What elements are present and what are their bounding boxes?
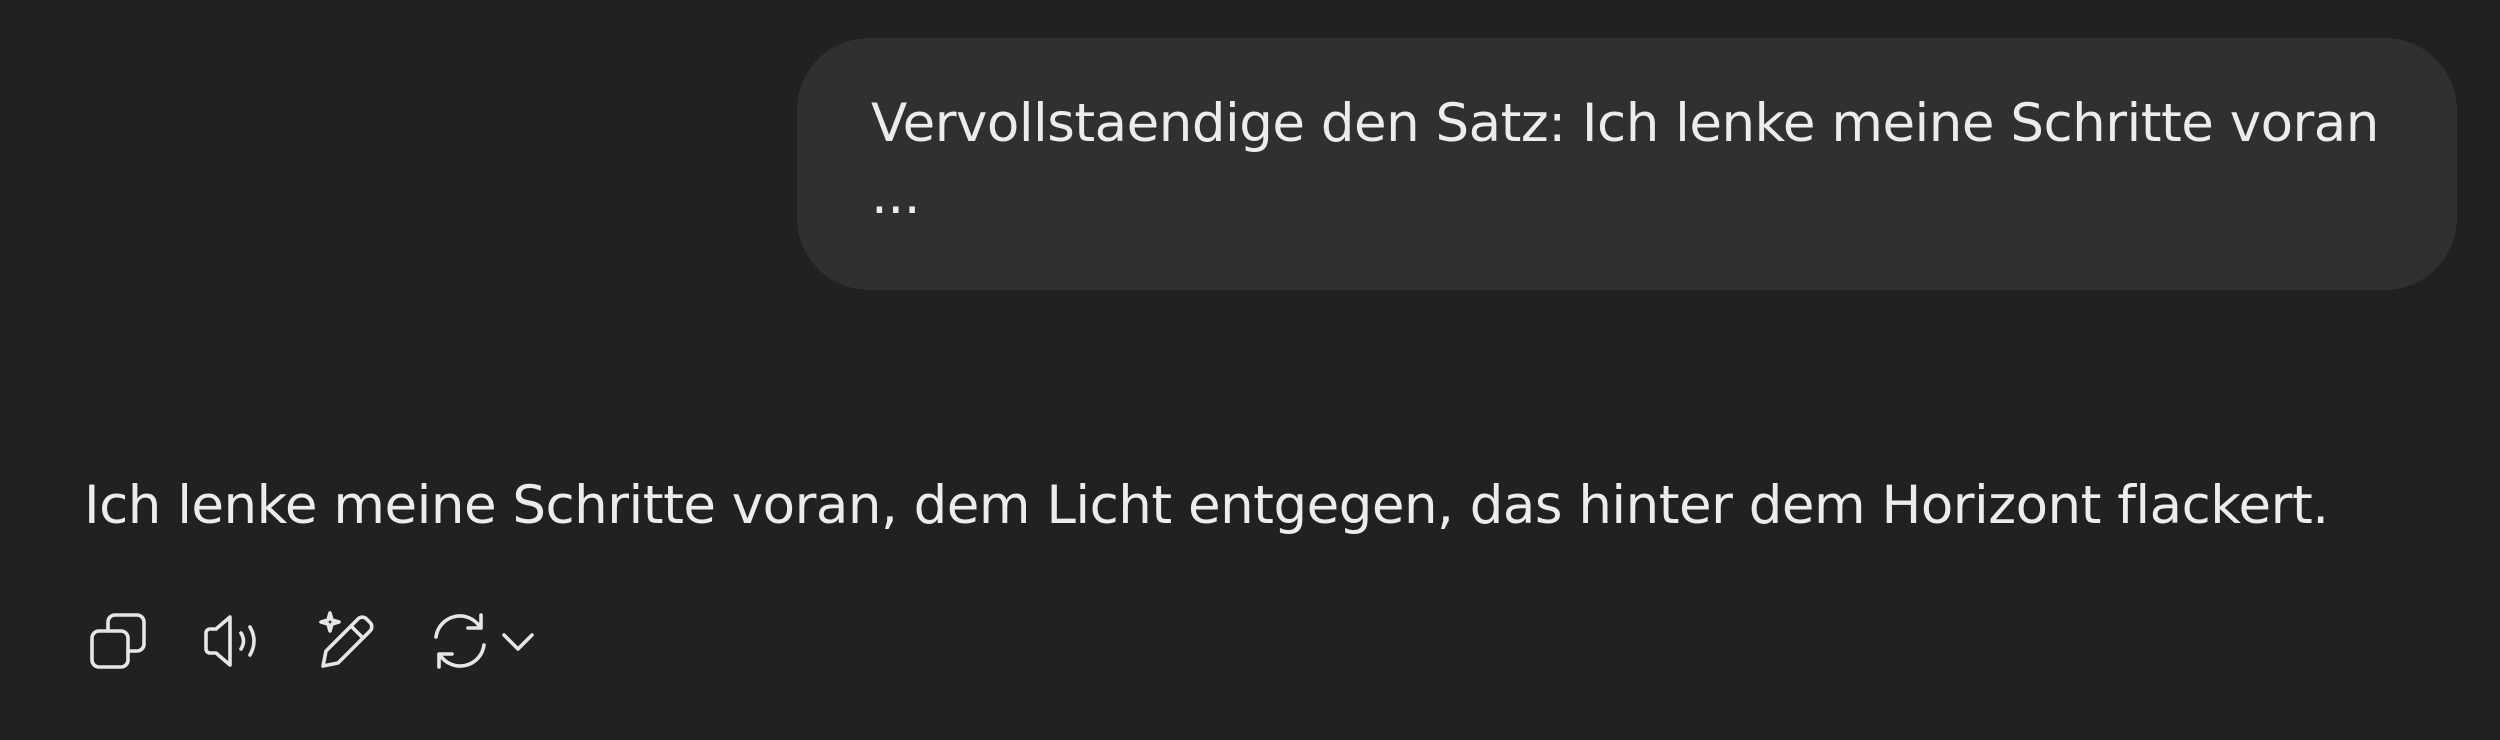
read-aloud-button[interactable] bbox=[198, 607, 266, 675]
edit-sparkle-icon bbox=[319, 611, 374, 668]
regenerate-button[interactable] bbox=[426, 607, 494, 675]
assistant-message-text: Ich lenke meine Schritte voran, dem Lich… bbox=[84, 475, 2329, 536]
read-aloud-icon bbox=[204, 615, 256, 667]
message-actions-bar bbox=[84, 606, 538, 676]
regenerate-control[interactable] bbox=[426, 607, 538, 675]
user-message-text: Vervollstaendige den Satz: Ich lenke mei… bbox=[871, 93, 2379, 226]
edit-sparkle-button[interactable] bbox=[312, 607, 380, 675]
chevron-down-icon bbox=[502, 633, 534, 651]
copy-button[interactable] bbox=[84, 607, 152, 675]
user-message-bubble: Vervollstaendige den Satz: Ich lenke mei… bbox=[797, 38, 2457, 290]
chat-page: Vervollstaendige den Satz: Ich lenke mei… bbox=[0, 0, 2500, 740]
regenerate-icon bbox=[434, 613, 486, 669]
model-switch-dropdown[interactable] bbox=[498, 621, 538, 661]
copy-icon bbox=[90, 613, 146, 669]
